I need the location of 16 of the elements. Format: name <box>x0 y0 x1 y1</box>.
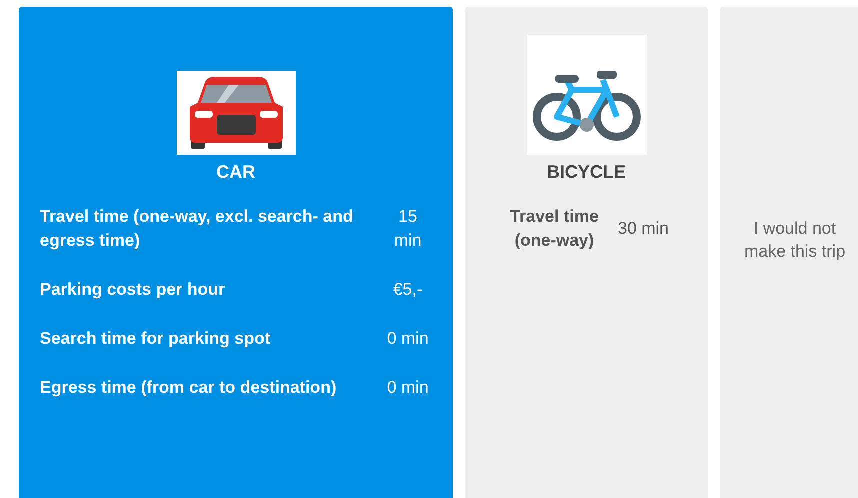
attribute-label: Search time for parking spot <box>40 328 272 350</box>
attribute-value: €5,- <box>392 279 424 301</box>
option-card[interactable]: CAR Travel time (one-way, excl. search- and egress time) 15 min Parking costs per hour €5,- Search time for parking spot 0 min Egress time (from car to destination) 0 min <box>19 7 453 498</box>
attribute-label: Travel time (one-way) <box>509 206 600 252</box>
option-card[interactable]: I would not make this trip <box>720 7 858 498</box>
attribute-label: Egress time (from car to destination) <box>40 377 338 399</box>
attribute-label: Parking costs per hour <box>40 279 226 301</box>
option-card[interactable]: BICYCLE Travel time (one-way) 30 min <box>465 7 708 498</box>
attribute-value: 0 min <box>386 328 430 350</box>
option-text: I would not make this trip <box>743 218 847 263</box>
option-title: CAR <box>216 162 256 183</box>
attribute-value: 0 min <box>386 377 430 399</box>
attribute-label: Travel time (one-way, excl. search- and egress time) <box>40 206 354 252</box>
attribute-value: 15 min <box>393 206 423 252</box>
option-title: BICYCLE <box>546 162 626 183</box>
attribute-value: 30 min <box>616 218 670 240</box>
